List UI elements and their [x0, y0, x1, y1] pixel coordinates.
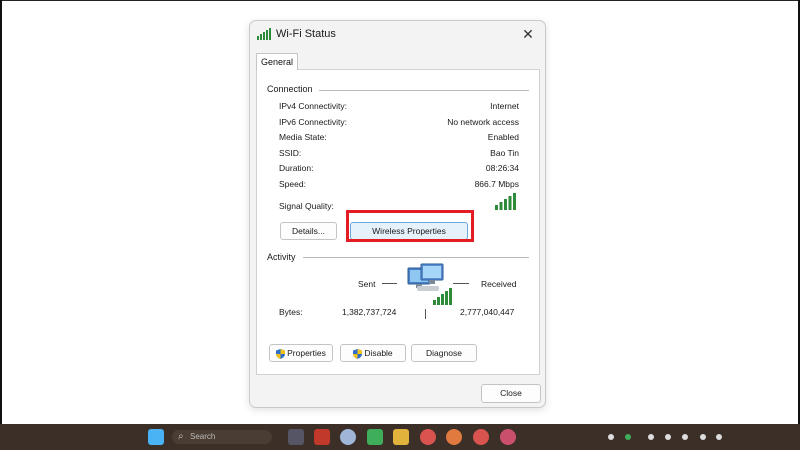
activity-divider — [303, 257, 529, 258]
received-line — [453, 283, 469, 284]
signal-strength-icon — [495, 193, 516, 210]
connection-divider — [319, 90, 529, 91]
general-tab-panel: Connection IPv4 Connectivity: Internet I… — [256, 69, 540, 375]
uac-shield-icon — [353, 348, 363, 359]
taskbar-search[interactable] — [172, 430, 272, 444]
app-icon[interactable] — [314, 429, 330, 445]
wifi-status-dialog: Wi-Fi Status ✕ General Connection IPv4 C… — [249, 20, 546, 408]
app-icon[interactable] — [340, 429, 356, 445]
app-icon[interactable] — [367, 429, 383, 445]
ipv4-label: IPv4 Connectivity: — [279, 101, 348, 111]
received-label: Received — [481, 279, 517, 289]
browser-icon[interactable] — [500, 429, 516, 445]
ipv6-value: No network access — [447, 117, 519, 127]
details-button[interactable]: Details... — [280, 222, 337, 240]
diagnose-button[interactable]: Diagnose — [411, 344, 477, 362]
media-state-label: Media State: — [279, 132, 327, 142]
bytes-label: Bytes: — [279, 307, 303, 317]
signal-quality-label: Signal Quality: — [279, 201, 334, 211]
speed-label: Speed: — [279, 179, 306, 189]
close-button[interactable]: Close — [481, 384, 541, 403]
properties-button[interactable]: Properties — [269, 344, 333, 362]
duration-label: Duration: — [279, 163, 314, 173]
tray-icon[interactable] — [648, 434, 654, 440]
tray-icon[interactable] — [625, 434, 631, 440]
screen-top-edge — [0, 0, 800, 1]
duration-value: 08:26:34 — [485, 163, 519, 173]
browser-icon[interactable] — [420, 429, 436, 445]
sent-label: Sent — [358, 279, 376, 289]
ssid-label: SSID: — [279, 148, 302, 158]
tray-icon[interactable] — [682, 434, 688, 440]
browser-icon[interactable] — [473, 429, 489, 445]
connection-group-label: Connection — [267, 84, 313, 94]
task-view-icon[interactable] — [288, 429, 304, 445]
tray-icon[interactable] — [665, 434, 671, 440]
wifi-signal-icon — [257, 28, 271, 40]
browser-icon[interactable] — [446, 429, 462, 445]
ipv6-label: IPv6 Connectivity: — [279, 117, 348, 127]
activity-separator — [425, 309, 426, 319]
title-bar: Wi-Fi Status ✕ — [250, 21, 545, 49]
sent-line — [382, 283, 397, 284]
network-computers-icon — [407, 263, 452, 305]
tab-general[interactable]: General — [256, 53, 298, 70]
ipv4-value: Internet — [490, 101, 519, 111]
uac-shield-icon — [276, 348, 286, 359]
speed-value: 866.7 Mbps — [474, 179, 519, 189]
volume-tray-icon[interactable] — [716, 434, 722, 440]
tray-icon[interactable] — [608, 434, 614, 440]
search-icon: ⌕ — [178, 431, 184, 442]
window-title: Wi-Fi Status — [276, 28, 336, 40]
bytes-sent-value: 1,382,737,724 — [342, 307, 397, 317]
taskbar: ⌕ Search — [0, 424, 800, 450]
wifi-tray-icon[interactable] — [700, 434, 706, 440]
file-explorer-icon[interactable] — [393, 429, 409, 445]
properties-button-label: Properties — [287, 348, 326, 358]
disable-button-label: Disable — [364, 348, 393, 358]
ssid-value: Bao Tin — [490, 148, 519, 158]
media-state-value: Enabled — [487, 132, 519, 142]
start-icon[interactable] — [148, 429, 164, 445]
disable-button[interactable]: Disable — [340, 344, 406, 362]
taskbar-search-text: Search — [190, 432, 216, 441]
screen-left-edge — [0, 0, 2, 424]
activity-group-label: Activity — [267, 252, 296, 262]
close-icon[interactable]: ✕ — [519, 25, 537, 43]
highlight-box — [346, 210, 474, 242]
bytes-received-value: 2,777,040,447 — [460, 307, 515, 317]
